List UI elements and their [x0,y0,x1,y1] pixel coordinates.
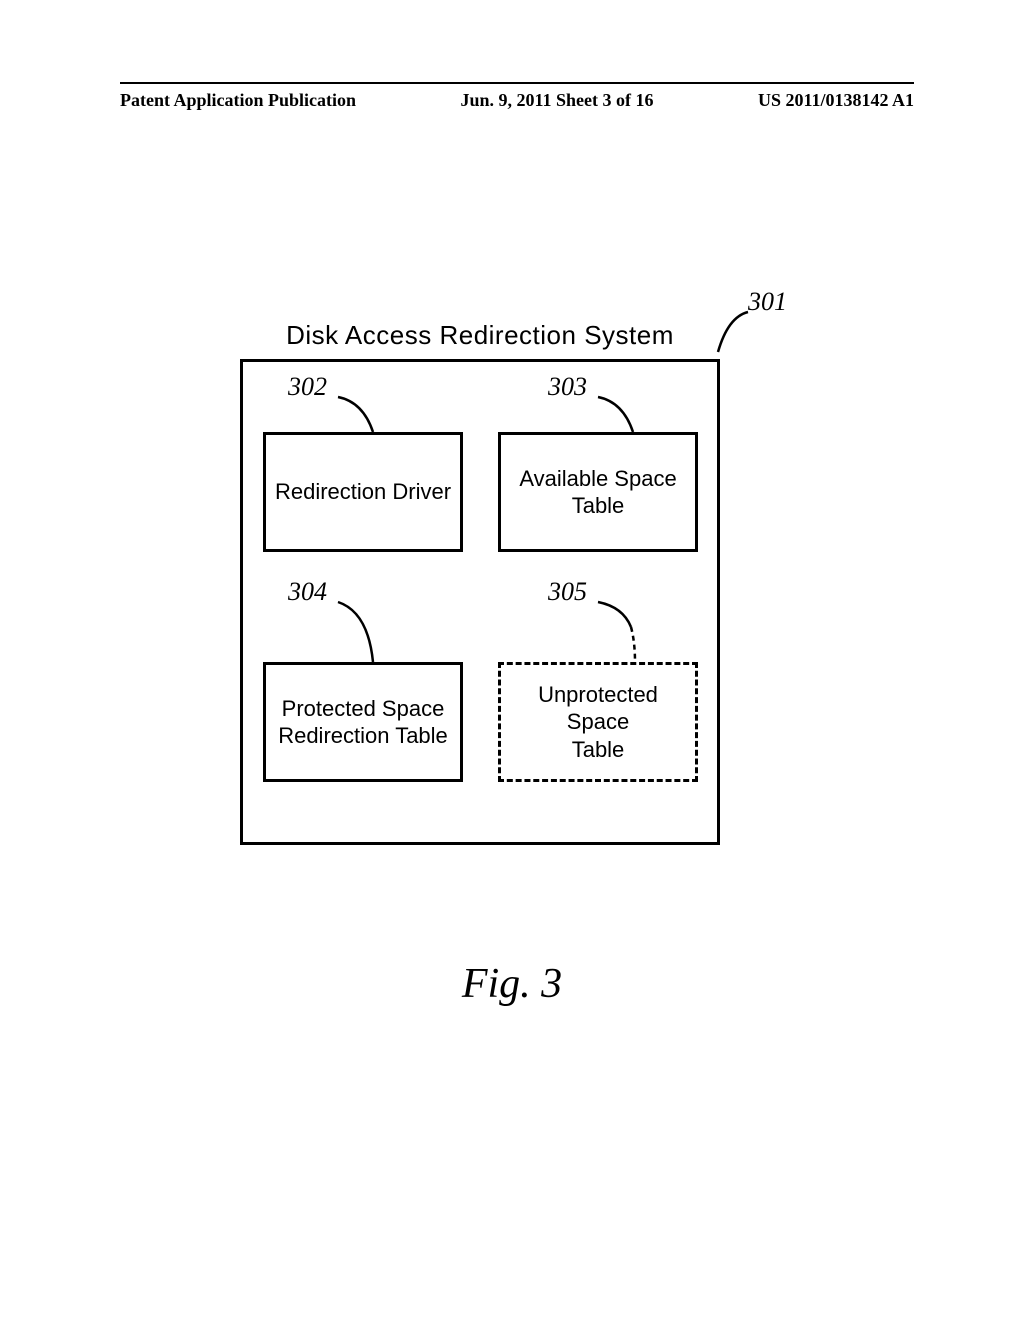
leader-302 [333,392,393,447]
box-unprotected-space-table: Unprotected Space Table [498,662,698,782]
box-redirection-driver: Redirection Driver [263,432,463,552]
page-header: Patent Application Publication Jun. 9, 2… [120,82,914,111]
outer-box-301: Redirection Driver Available Space Table… [240,359,720,845]
leader-303 [593,392,653,447]
header-center: Jun. 9, 2011 Sheet 3 of 16 [460,90,653,111]
figure-label: Fig. 3 [0,960,1024,1008]
leader-304 [333,597,393,672]
box-protected-space-redirection-table: Protected Space Redirection Table [263,662,463,782]
diagram: Disk Access Redirection System Redirecti… [240,320,720,845]
leader-301 [708,307,758,372]
ref-label-303: 303 [548,372,587,402]
leader-305 [593,597,653,672]
box-available-space-table: Available Space Table [498,432,698,552]
ref-label-302: 302 [288,372,327,402]
diagram-title: Disk Access Redirection System [240,320,720,351]
header-right: US 2011/0138142 A1 [758,90,914,111]
ref-label-305: 305 [548,577,587,607]
header-left: Patent Application Publication [120,90,356,111]
ref-label-304: 304 [288,577,327,607]
